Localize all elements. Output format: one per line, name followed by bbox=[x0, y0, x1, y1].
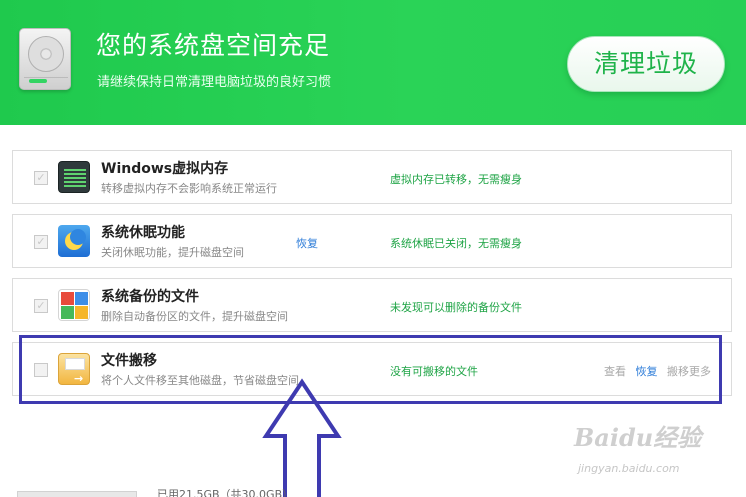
row-checkbox[interactable]: ✓ bbox=[34, 171, 48, 185]
backup-icon bbox=[58, 289, 90, 321]
row-description: 转移虚拟内存不会影响系统正常运行 bbox=[101, 182, 277, 195]
restore-link[interactable]: 恢复 bbox=[296, 235, 318, 251]
list-item-virtual-memory: ✓ Windows虚拟内存 转移虚拟内存不会影响系统正常运行 虚拟内存已转移，无… bbox=[12, 150, 732, 204]
row-title: Windows虚拟内存 bbox=[101, 161, 229, 177]
watermark-url: jingyan.baidu.com bbox=[578, 462, 680, 475]
disk-usage-bar bbox=[17, 491, 137, 497]
row-description: 关闭休眠功能，提升磁盘空间 bbox=[101, 246, 244, 259]
header-banner: 您的系统盘空间充足 请继续保持日常清理电脑垃圾的良好习惯 清理垃圾 bbox=[0, 0, 746, 125]
row-checkbox[interactable]: ✓ bbox=[34, 235, 48, 249]
list-item-hibernate: ✓ 系统休眠功能 关闭休眠功能，提升磁盘空间 恢复 系统休眠已关闭，无需瘦身 bbox=[12, 214, 732, 268]
up-arrow-icon bbox=[262, 378, 342, 497]
hibernate-icon bbox=[58, 225, 90, 257]
clean-junk-button[interactable]: 清理垃圾 bbox=[567, 36, 725, 92]
memory-icon bbox=[58, 161, 90, 193]
row-status: 虚拟内存已转移，无需瘦身 bbox=[390, 173, 522, 186]
header-subtitle: 请继续保持日常清理电脑垃圾的良好习惯 bbox=[97, 75, 332, 90]
row-checkbox[interactable]: ✓ bbox=[34, 299, 48, 313]
row-title: 系统备份的文件 bbox=[101, 289, 199, 305]
disk-usage-text: 已用21.5GB（共30.0GB） bbox=[157, 488, 294, 497]
list-item-backup-files: ✓ 系统备份的文件 删除自动备份区的文件，提升磁盘空间 未发现可以删除的备份文件 bbox=[12, 278, 732, 332]
highlight-box bbox=[19, 335, 722, 404]
row-status: 系统休眠已关闭，无需瘦身 bbox=[390, 237, 522, 250]
watermark-logo: Baidu经验 bbox=[574, 423, 702, 452]
row-description: 删除自动备份区的文件，提升磁盘空间 bbox=[101, 310, 288, 323]
row-title: 系统休眠功能 bbox=[101, 225, 185, 241]
row-status: 未发现可以删除的备份文件 bbox=[390, 301, 522, 314]
hard-disk-icon bbox=[19, 28, 71, 90]
header-title: 您的系统盘空间充足 bbox=[96, 31, 331, 60]
disk-slimming-window: 您的系统盘空间充足 请继续保持日常清理电脑垃圾的良好习惯 清理垃圾 ✓ Wind… bbox=[0, 0, 746, 497]
